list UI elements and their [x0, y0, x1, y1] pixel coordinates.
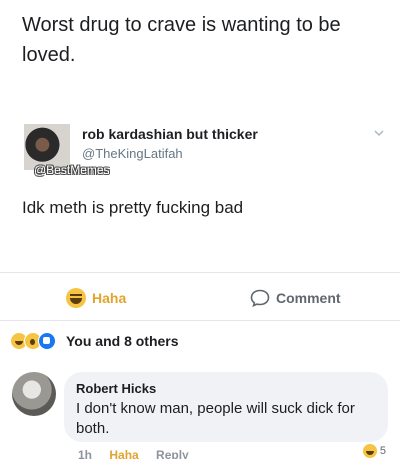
comment-button[interactable]: Comment — [250, 286, 341, 310]
watermark: @BestMemes — [34, 163, 110, 177]
haha-icon — [362, 444, 377, 458]
comment-reaction-number: 5 — [379, 445, 386, 457]
haha-button[interactable]: Haha — [66, 286, 126, 310]
comment-icon — [250, 289, 270, 307]
comment-timestamp[interactable]: 1h — [78, 448, 92, 459]
facebook-post: Worst drug to crave is wanting to be lov… — [0, 0, 400, 459]
tweet-text: Idk meth is pretty fucking bad — [22, 198, 244, 217]
like-reaction-icon — [38, 332, 56, 350]
commenter-avatar[interactable] — [12, 372, 56, 416]
comment-meta: 1h Haha Reply — [78, 448, 203, 459]
comment-reply-link[interactable]: Reply — [156, 448, 189, 459]
comment-bubble: Robert Hicks I don't know man, people wi… — [64, 372, 388, 442]
tweet-author-handle[interactable]: @TheKingLatifah — [82, 146, 183, 161]
comment-haha-link[interactable]: Haha — [109, 448, 138, 459]
post-text: Worst drug to crave is wanting to be lov… — [22, 14, 341, 66]
haha-icon — [66, 288, 86, 308]
divider — [0, 272, 400, 273]
comment-author[interactable]: Robert Hicks — [76, 381, 156, 396]
embedded-tweet-header: rob kardashian but thicker @TheKingLatif… — [22, 118, 390, 188]
comment-button-label: Comment — [276, 290, 341, 306]
comment-reaction-count[interactable]: 5 — [362, 443, 386, 459]
reaction-icons — [10, 332, 56, 350]
divider — [0, 320, 400, 321]
comment-text: I don't know man, people will suck dick … — [76, 400, 355, 437]
reactions-summary[interactable]: You and 8 others — [10, 330, 179, 352]
reactions-count-text: You and 8 others — [66, 333, 179, 349]
post-action-bar: Haha Comment — [0, 278, 400, 318]
haha-button-label: Haha — [92, 290, 127, 306]
tweet-author-name[interactable]: rob kardashian but thicker — [82, 126, 258, 142]
chevron-down-icon[interactable] — [374, 128, 384, 138]
